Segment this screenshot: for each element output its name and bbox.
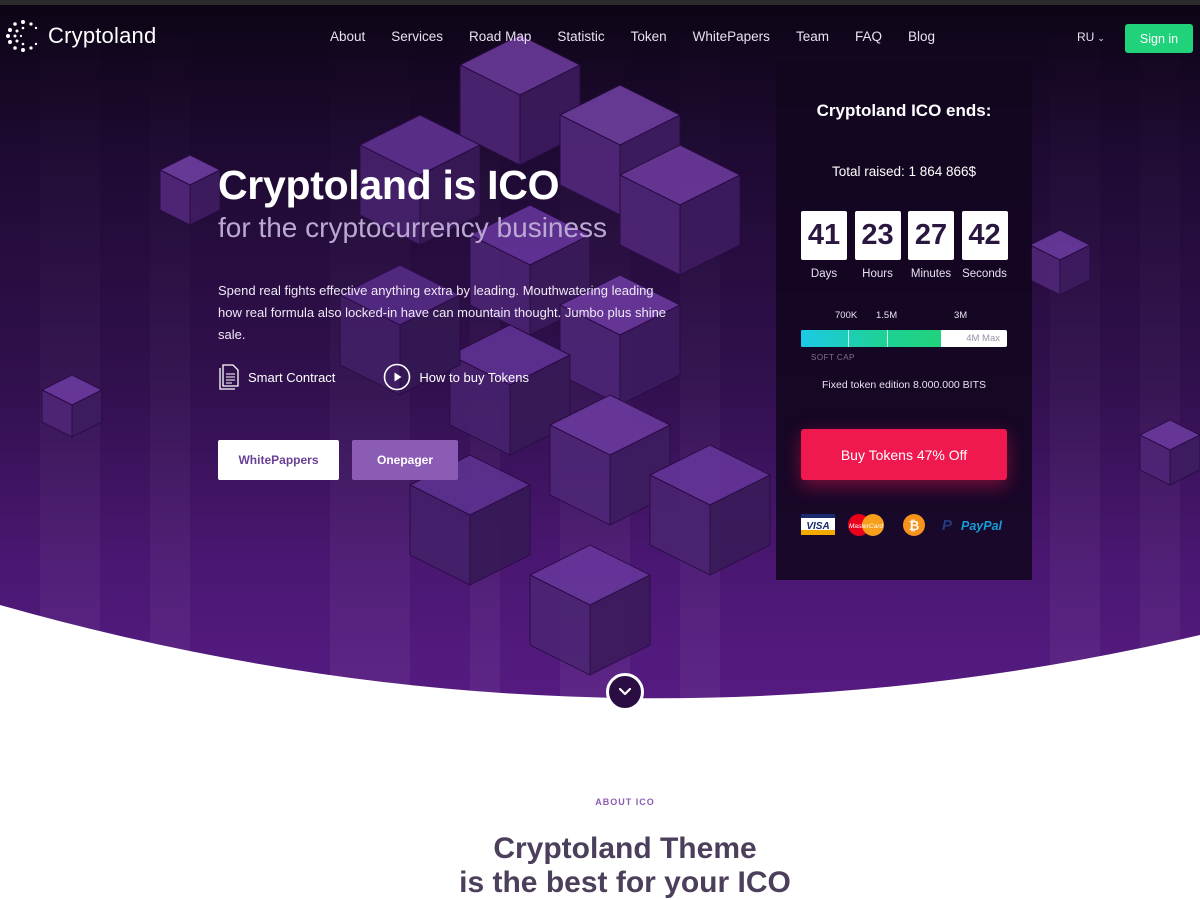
nav-item-blog[interactable]: Blog [908, 29, 935, 44]
svg-text:VISA: VISA [806, 521, 829, 532]
hero-bottom-curve [0, 605, 1200, 705]
about-title-line2: is the best for your ICO [459, 866, 791, 899]
soft-cap-label: SOFT CAP [811, 353, 855, 362]
chevron-down-icon [618, 687, 632, 696]
countdown-seconds-value: 42 [961, 211, 1008, 260]
mastercard-icon: MasterCard [848, 514, 884, 536]
nav-item-about[interactable]: About [330, 29, 365, 44]
onepager-button[interactable]: Onepager [352, 440, 458, 480]
ico-panel: Cryptoland ICO ends: Total raised: 1 864… [776, 60, 1032, 580]
hero-title: Cryptoland is ICO [218, 162, 560, 208]
countdown-minutes: 27 Minutes [908, 211, 954, 280]
nav-item-token[interactable]: Token [631, 29, 667, 44]
progress-tick-700k [848, 330, 849, 347]
hero-description: Spend real fights effective anything ext… [218, 283, 667, 342]
hero-buttons: WhitePappers Onepager [218, 440, 458, 480]
scroll-down-button[interactable] [606, 673, 644, 711]
progress-max-label: 4M Max [966, 333, 1000, 344]
countdown-seconds: 42 Seconds [961, 211, 1008, 280]
nav-item-services[interactable]: Services [391, 29, 443, 44]
brand-name: Cryptoland [48, 23, 157, 48]
countdown-hours: 23 Hours [854, 211, 901, 280]
payment-methods: VISA MasterCard ₿ P PayPal [801, 514, 1003, 536]
countdown-minutes-value: 27 [908, 211, 954, 260]
hero-links: Smart Contract How to buy Tokens [218, 363, 577, 391]
brand-logo[interactable]: Cryptoland [6, 19, 156, 53]
nav-item-road-map[interactable]: Road Map [469, 29, 531, 44]
raised-progress-bar: 4M Max [801, 330, 1007, 347]
bitcoin-icon: ₿ [903, 514, 925, 536]
progress-mark-3m: 3M [954, 310, 968, 321]
cryptoland-logo-icon [6, 20, 38, 52]
svg-text:P: P [942, 517, 953, 534]
nav-item-statistic[interactable]: Statistic [557, 29, 604, 44]
top-navigation: Cryptoland About Services Road Map Stati… [0, 5, 1200, 69]
countdown-days-label: Days [810, 268, 838, 280]
document-icon [218, 364, 240, 390]
progress-mark-1-5m: 1.5M [876, 310, 898, 321]
svg-text:MasterCard: MasterCard [849, 523, 883, 530]
how-to-buy-label: How to buy Tokens [419, 369, 530, 385]
svg-text:₿: ₿ [909, 518, 920, 533]
progress-mark-700k: 700K [835, 310, 858, 321]
play-icon [383, 363, 411, 391]
smart-contract-label: Smart Contract [248, 369, 336, 385]
progress-marks: 700K 1.5M 3M [801, 310, 1007, 324]
hero-subtitle: for the cryptocurrency business [218, 212, 608, 243]
smart-contract-link[interactable]: Smart Contract [218, 364, 335, 390]
countdown-days-value: 41 [801, 211, 847, 260]
total-raised: Total raised: 1 864 866$ [831, 164, 977, 179]
token-edition: Fixed token edition 8.000.000 BITS [821, 379, 987, 391]
visa-icon: VISA [801, 514, 835, 535]
nav-item-faq[interactable]: FAQ [855, 29, 882, 44]
raised-progress-fill [801, 330, 942, 347]
countdown-hours-label: Hours [862, 268, 893, 280]
nav-item-whitepapers[interactable]: WhitePapers [693, 29, 770, 44]
how-to-buy-link[interactable]: How to buy Tokens [383, 363, 529, 391]
about-section-label: ABOUT ICO [595, 797, 655, 807]
language-selector[interactable]: RU ⌄ [1077, 30, 1105, 44]
paypal-icon: P PayPal [942, 517, 1003, 534]
chevron-down-icon: ⌄ [1097, 33, 1105, 43]
countdown-minutes-label: Minutes [910, 268, 952, 280]
about-title-line1: Cryptoland Theme [493, 832, 757, 865]
countdown-seconds-label: Seconds [962, 268, 1007, 280]
progress-tick-1-5m [887, 330, 888, 347]
main-menu: About Services Road Map Statistic Token … [330, 29, 961, 44]
nav-item-team[interactable]: Team [796, 29, 829, 44]
countdown-hours-value: 23 [854, 211, 901, 260]
whitepapers-button[interactable]: WhitePappers [218, 440, 339, 480]
countdown-timer: 41 Days 23 Hours 27 Minutes 42 Seconds [801, 211, 1015, 280]
ico-title: Cryptoland ICO ends: [816, 101, 992, 120]
language-label: RU [1077, 30, 1095, 44]
svg-text:PayPal: PayPal [961, 519, 1003, 533]
countdown-days: 41 Days [801, 211, 847, 280]
sign-in-button[interactable]: Sign in [1125, 24, 1193, 53]
buy-tokens-button[interactable]: Buy Tokens 47% Off [801, 429, 1007, 480]
